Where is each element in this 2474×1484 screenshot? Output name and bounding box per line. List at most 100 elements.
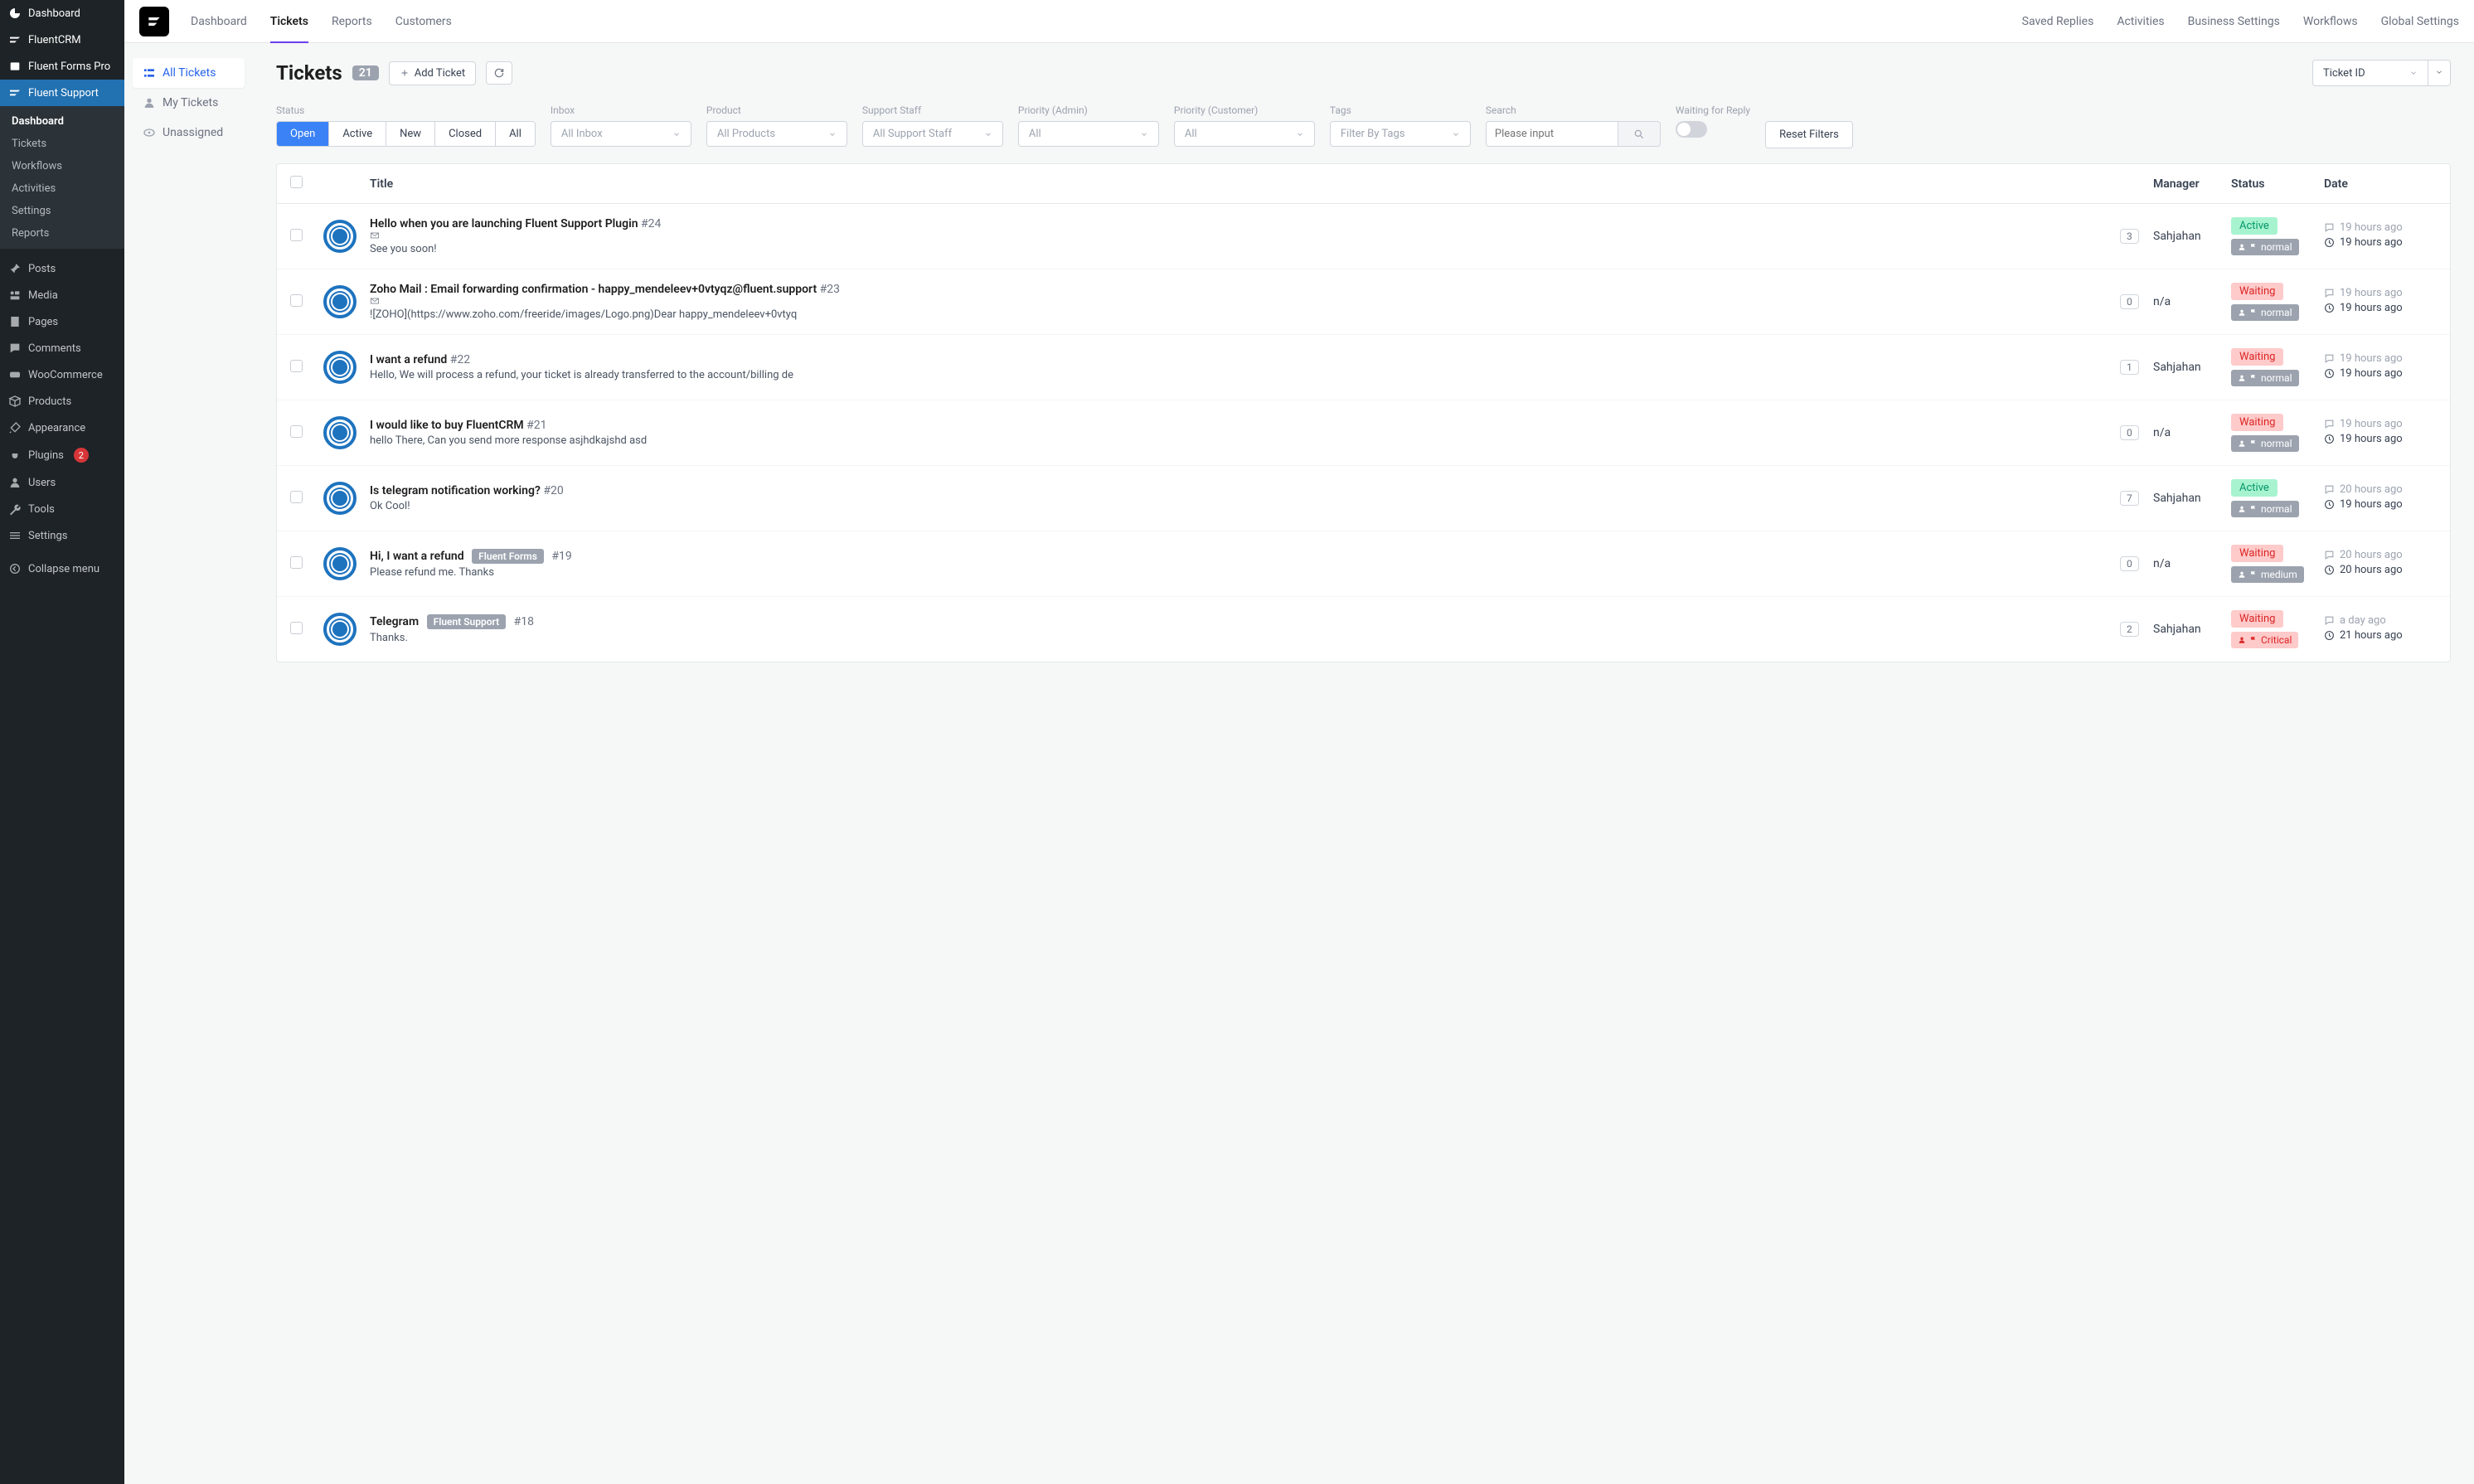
inbox-select[interactable]: All Inbox — [551, 121, 691, 147]
wp-menu-dashboard[interactable]: Dashboard — [0, 0, 124, 27]
add-ticket-button[interactable]: Add Ticket — [389, 61, 476, 85]
ticket-title[interactable]: Zoho Mail : Email forwarding confirmatio… — [370, 283, 2110, 306]
wp-menu-fluentcrm[interactable]: FluentCRM — [0, 27, 124, 53]
wp-admin-sidebar: DashboardFluentCRMFluent Forms ProFluent… — [0, 0, 124, 1484]
manager-name: Sahjahan — [2153, 492, 2201, 505]
created-time: 19 hours ago — [2324, 352, 2437, 365]
forms-icon — [8, 60, 22, 73]
ticket-excerpt: Please refund me. Thanks — [370, 566, 2110, 579]
ticket-title[interactable]: Is telegram notification working? #20 — [370, 484, 2110, 497]
select-all-checkbox[interactable] — [290, 176, 303, 188]
wp-menu-fluent-support[interactable]: Fluent Support — [0, 80, 124, 106]
ticket-number: #21 — [526, 419, 546, 432]
staff-filter-label: Support Staff — [862, 104, 1003, 116]
wp-menu-woocommerce[interactable]: WooCommerce — [0, 361, 124, 388]
priority-cust-select[interactable]: All — [1174, 121, 1315, 147]
nav-unassigned[interactable]: Unassigned — [133, 118, 245, 148]
priority-admin-label: Priority (Admin) — [1018, 104, 1159, 116]
table-header: Title Manager Status Date — [277, 164, 2450, 204]
wp-submenu-activities[interactable]: Activities — [0, 177, 124, 200]
wp-submenu-reports[interactable]: Reports — [0, 222, 124, 245]
wp-menu-fluent-forms-pro[interactable]: Fluent Forms Pro — [0, 53, 124, 80]
table-row: Hello when you are launching Fluent Supp… — [277, 204, 2450, 269]
wp-menu-posts[interactable]: Posts — [0, 255, 124, 282]
waiting-toggle[interactable] — [1676, 121, 1707, 138]
nav-all-tickets[interactable]: All Tickets — [133, 58, 245, 88]
wp-menu-settings[interactable]: Settings — [0, 522, 124, 549]
tab-business-settings[interactable]: Business Settings — [2188, 0, 2280, 42]
search-by-select[interactable]: Ticket ID — [2312, 60, 2428, 86]
tab-workflows[interactable]: Workflows — [2303, 0, 2358, 42]
product-tag: Fluent Support — [427, 614, 507, 629]
avatar — [323, 220, 357, 253]
wp-menu-pages[interactable]: Pages — [0, 308, 124, 335]
refresh-button[interactable] — [486, 61, 512, 85]
wp-submenu-tickets[interactable]: Tickets — [0, 133, 124, 155]
reset-filters-button[interactable]: Reset Filters — [1765, 121, 1853, 148]
priority-badge: Critical — [2231, 632, 2298, 648]
wp-menu-comments[interactable]: Comments — [0, 335, 124, 361]
wp-submenu-settings[interactable]: Settings — [0, 200, 124, 222]
status-active[interactable]: Active — [329, 122, 386, 146]
status-all[interactable]: All — [496, 122, 535, 146]
ticket-title[interactable]: I would like to buy FluentCRM #21 — [370, 419, 2110, 432]
wp-submenu-dashboard[interactable]: Dashboard — [0, 110, 124, 133]
chevron-down-icon — [1452, 130, 1460, 138]
tags-select[interactable]: Filter By Tags — [1330, 121, 1471, 147]
nav-my-tickets[interactable]: My Tickets — [133, 88, 245, 118]
ticket-title[interactable]: Hello when you are launching Fluent Supp… — [370, 217, 2110, 240]
tab-dashboard[interactable]: Dashboard — [191, 0, 247, 42]
manager-name: Sahjahan — [2153, 230, 2201, 243]
status-badge: Waiting — [2231, 414, 2283, 431]
tab-tickets[interactable]: Tickets — [270, 0, 308, 42]
priority-admin-select[interactable]: All — [1018, 121, 1159, 147]
row-checkbox[interactable] — [290, 360, 303, 372]
wp-menu-users[interactable]: Users — [0, 469, 124, 496]
product-select[interactable]: All Products — [706, 121, 847, 147]
wrench-icon — [8, 502, 22, 516]
tab-reports[interactable]: Reports — [332, 0, 372, 42]
wp-menu-media[interactable]: Media — [0, 282, 124, 308]
ticket-title[interactable]: Hi, I want a refund Fluent Forms #19 — [370, 549, 2110, 564]
wp-menu-products[interactable]: Products — [0, 388, 124, 415]
row-checkbox[interactable] — [290, 556, 303, 569]
chevron-down-icon — [1140, 130, 1148, 138]
status-new[interactable]: New — [386, 122, 435, 146]
row-checkbox[interactable] — [290, 229, 303, 241]
product-filter-label: Product — [706, 104, 847, 116]
priority-badge: normal — [2231, 370, 2299, 386]
ticket-excerpt: hello There, Can you send more response … — [370, 434, 2110, 447]
created-time: 20 hours ago — [2324, 483, 2437, 496]
tab-saved-replies[interactable]: Saved Replies — [2022, 0, 2094, 42]
search-button[interactable] — [1618, 121, 1661, 147]
search-by-more[interactable] — [2428, 60, 2451, 86]
row-checkbox[interactable] — [290, 491, 303, 503]
wp-submenu-workflows[interactable]: Workflows — [0, 155, 124, 177]
ticket-title[interactable]: I want a refund #22 — [370, 353, 2110, 366]
tickets-table: Title Manager Status Date Hello when you… — [276, 163, 2451, 662]
row-checkbox[interactable] — [290, 622, 303, 634]
wp-menu-appearance[interactable]: Appearance — [0, 415, 124, 441]
manager-name: n/a — [2153, 557, 2171, 570]
status-open[interactable]: Open — [277, 122, 329, 146]
row-checkbox[interactable] — [290, 425, 303, 438]
tab-activities[interactable]: Activities — [2117, 0, 2164, 42]
wp-menu-tools[interactable]: Tools — [0, 496, 124, 522]
ticket-title[interactable]: Telegram Fluent Support #18 — [370, 614, 2110, 629]
avatar — [323, 482, 357, 515]
staff-select[interactable]: All Support Staff — [862, 121, 1003, 147]
status-closed[interactable]: Closed — [435, 122, 496, 146]
collapse-menu[interactable]: Collapse menu — [0, 555, 124, 582]
plug-icon — [8, 449, 22, 462]
chevron-down-icon — [2435, 68, 2443, 76]
status-filter: OpenActiveNewClosedAll — [276, 121, 536, 147]
avatar — [323, 547, 357, 580]
search-input[interactable] — [1486, 121, 1618, 147]
row-checkbox[interactable] — [290, 294, 303, 307]
created-time: 20 hours ago — [2324, 549, 2437, 561]
list-icon — [143, 66, 156, 80]
tab-customers[interactable]: Customers — [395, 0, 452, 42]
tab-global-settings[interactable]: Global Settings — [2381, 0, 2459, 42]
wp-menu-plugins[interactable]: Plugins2 — [0, 441, 124, 469]
plugin-topnav: Dashboard Tickets Reports Customers Saved R… — [124, 0, 2474, 43]
